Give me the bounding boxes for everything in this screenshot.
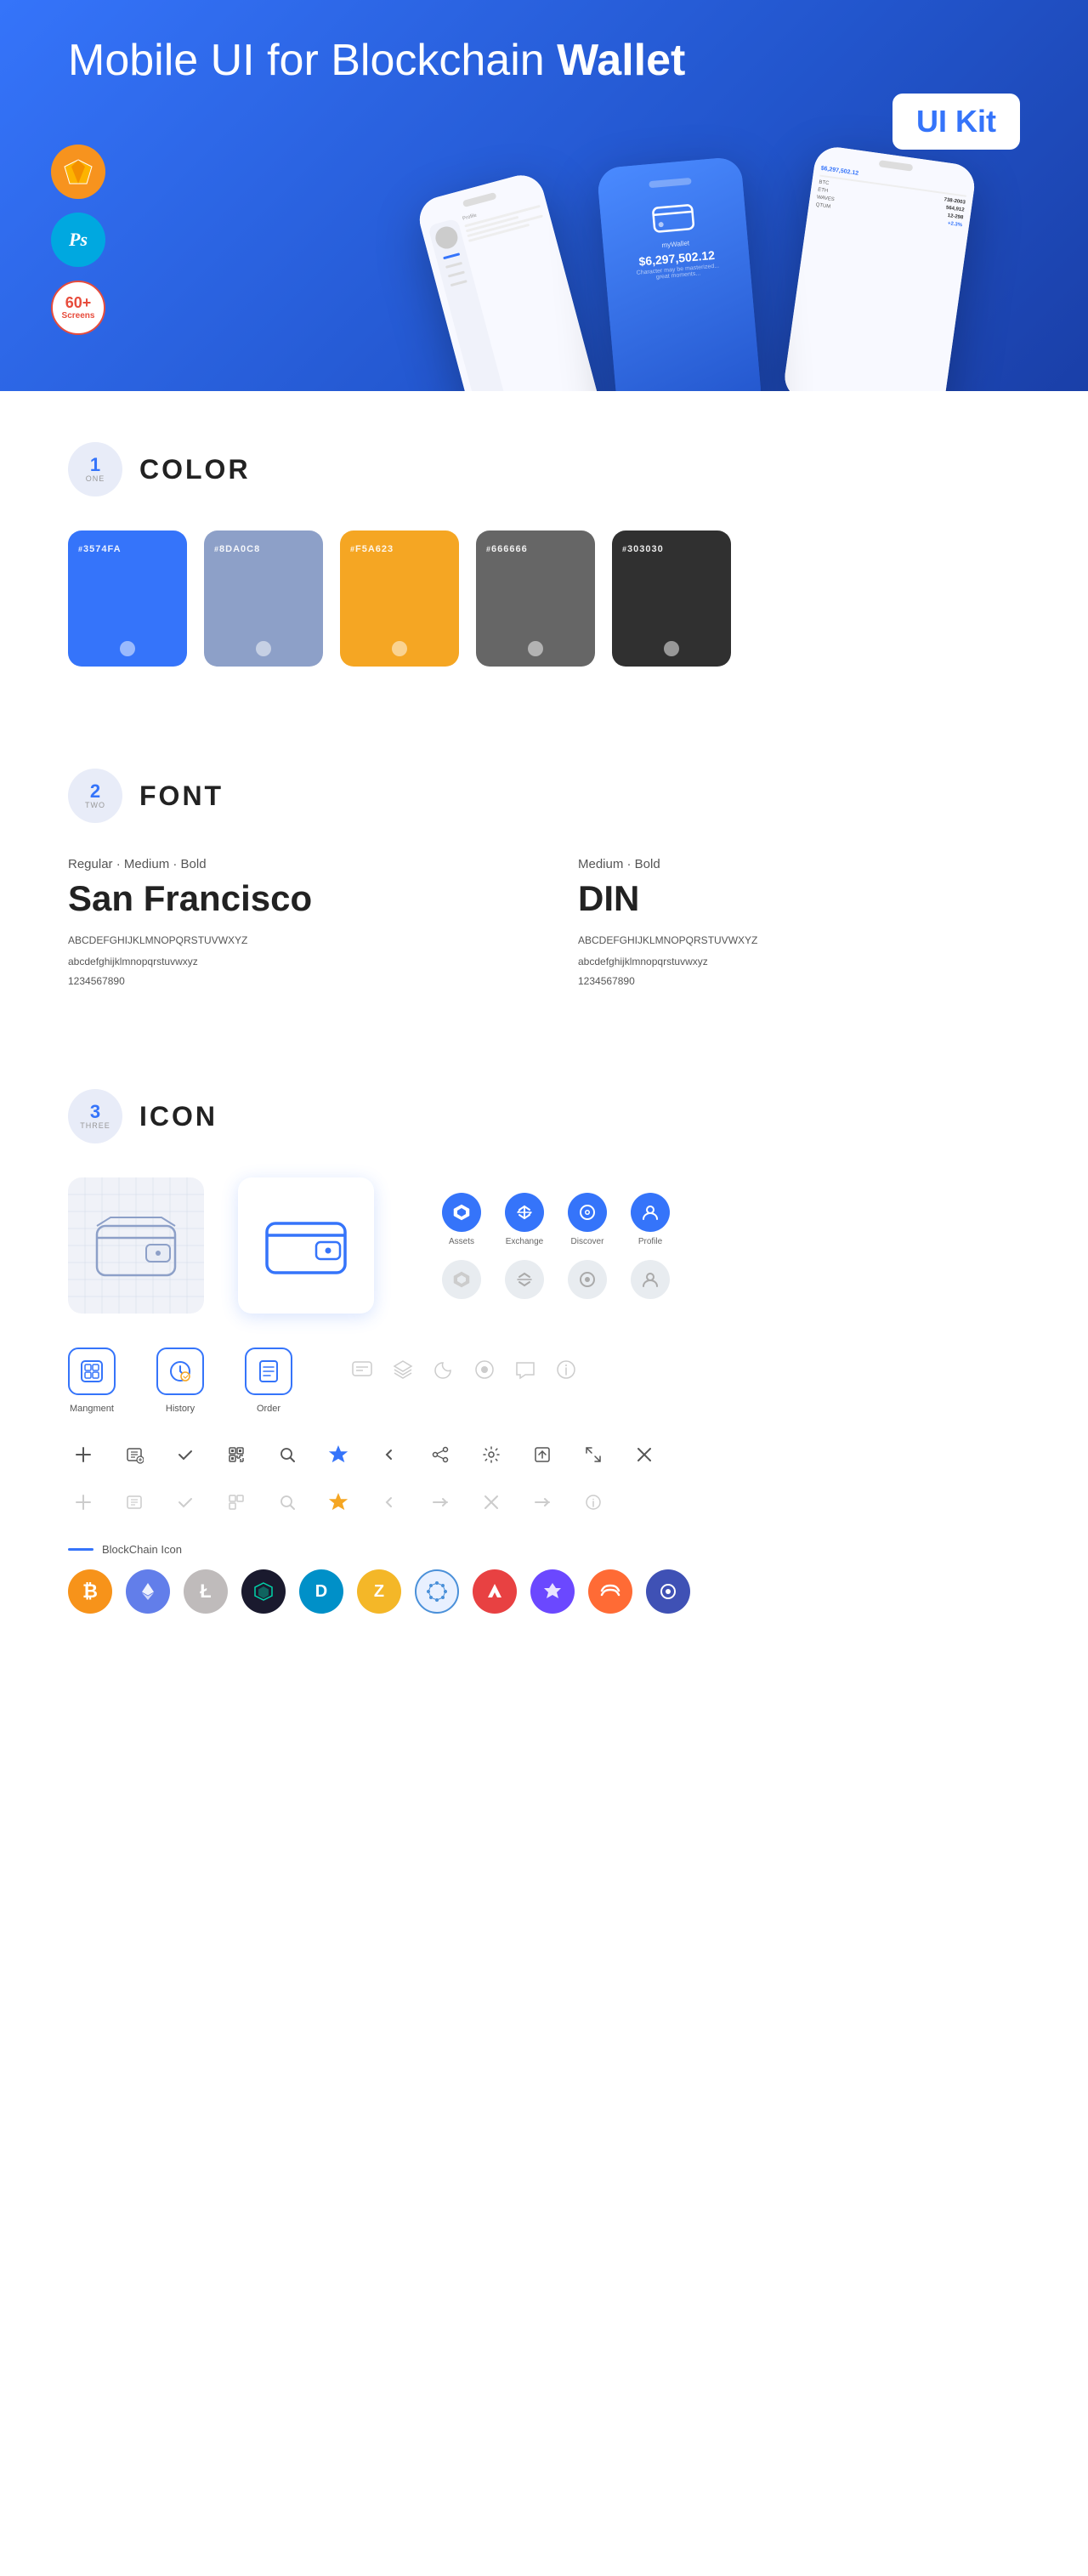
icon-title: ICON xyxy=(139,1101,218,1132)
icons-showcase: Assets Exchange xyxy=(68,1177,1020,1314)
nav-icons-row-gray xyxy=(442,1260,670,1299)
circle-icon xyxy=(473,1358,496,1382)
misc-icons-row xyxy=(350,1358,578,1382)
bitcoin-icon: ₿ xyxy=(68,1569,112,1614)
icon-section-header: 3 THREE ICON xyxy=(68,1038,1020,1143)
close-icon xyxy=(629,1439,660,1470)
waves-icon xyxy=(588,1569,632,1614)
section-number-1: 1 ONE xyxy=(68,442,122,496)
nav-icon-discover: Discover xyxy=(568,1193,607,1246)
list-icon-faded xyxy=(119,1487,150,1518)
nav-icon-assets: Assets xyxy=(442,1193,481,1246)
litecoin-icon: Ł xyxy=(184,1569,228,1614)
plus-icon-faded xyxy=(68,1487,99,1518)
hero-title: Mobile UI for Blockchain Wallet xyxy=(68,34,685,87)
stratis-icon xyxy=(646,1569,690,1614)
chevron-left-icon-faded xyxy=(374,1487,405,1518)
arrow-icon-faded xyxy=(425,1487,456,1518)
app-icons-section: Mangment History xyxy=(68,1348,1020,1414)
icon-wallet-blue xyxy=(238,1177,374,1314)
color-swatch-slate: #8DA0C8 xyxy=(204,531,323,667)
section-number-3: 3 THREE xyxy=(68,1089,122,1143)
nav-icon-discover-gray xyxy=(568,1260,607,1299)
phone-mockup-2: myWallet $6,297,502.12 Character may be … xyxy=(597,156,762,391)
resize-icon xyxy=(578,1439,609,1470)
color-swatch-blue: #3574FA xyxy=(68,531,187,667)
ethereum-icon xyxy=(126,1569,170,1614)
nav-icons-group: Assets Exchange xyxy=(442,1193,670,1299)
font-name-sf: San Francisco xyxy=(68,878,510,919)
main-content: 1 ONE COLOR #3574FA #8DA0C8 #F5A623 #666… xyxy=(0,391,1088,1665)
color-swatch-orange: #F5A623 xyxy=(340,531,459,667)
fonts-row: Regular · Medium · Bold San Francisco AB… xyxy=(68,857,1020,987)
nem-icon xyxy=(241,1569,286,1614)
chevron-left-icon xyxy=(374,1439,405,1470)
phones-container: Profile myWallet $6,29 xyxy=(474,162,942,391)
nav-icon-profile: Profile xyxy=(631,1193,670,1246)
moon-icon xyxy=(432,1358,456,1382)
color-swatch-dark: #303030 xyxy=(612,531,731,667)
ui-kit-badge: UI Kit xyxy=(892,94,1020,150)
font-name-din: DIN xyxy=(578,878,1020,919)
nav-icon-exchange-gray xyxy=(505,1260,544,1299)
app-icon-management: Mangment xyxy=(68,1348,116,1414)
font-col-sf: Regular · Medium · Bold San Francisco AB… xyxy=(68,857,510,987)
plus-icon xyxy=(68,1439,99,1470)
nav-icon-exchange: Exchange xyxy=(505,1193,544,1246)
color-title: COLOR xyxy=(139,454,251,485)
qr-icon-faded xyxy=(221,1487,252,1518)
color-swatch-gray: #666666 xyxy=(476,531,595,667)
info-icon-faded xyxy=(578,1487,609,1518)
search-icon-faded xyxy=(272,1487,303,1518)
message-icon xyxy=(513,1358,537,1382)
search-icon xyxy=(272,1439,303,1470)
zcash-icon: Z xyxy=(357,1569,401,1614)
blue-line xyxy=(68,1548,94,1551)
upload-icon xyxy=(527,1439,558,1470)
blockchain-label-row: BlockChain Icon xyxy=(68,1543,1020,1556)
star-icon-faded xyxy=(323,1487,354,1518)
color-section-header: 1 ONE COLOR xyxy=(68,391,1020,496)
nav-icon-profile-gray xyxy=(631,1260,670,1299)
hero-section: Mobile UI for Blockchain Wallet UI Kit P… xyxy=(0,0,1088,391)
nav-icons-row-colored: Assets Exchange xyxy=(442,1193,670,1246)
star-icon xyxy=(323,1439,354,1470)
phone-mockup-3: $6,297,502.12 BTC 738-2003 ETH 564,912 W… xyxy=(782,145,978,391)
sketch-badge xyxy=(51,145,105,199)
dash-icon: D xyxy=(299,1569,343,1614)
hero-badges: Ps 60+ Screens xyxy=(51,145,105,335)
layers-icon xyxy=(391,1358,415,1382)
purple-icon xyxy=(530,1569,575,1614)
nav-icon-assets-gray xyxy=(442,1260,481,1299)
font-section-header: 2 TWO FONT xyxy=(68,718,1020,823)
grid-icon xyxy=(415,1569,459,1614)
crypto-icons-row: ₿ Ł D Z xyxy=(68,1569,1020,1665)
list-icon xyxy=(119,1439,150,1470)
tools-row-faded xyxy=(68,1487,1020,1518)
close-icon-faded xyxy=(476,1487,507,1518)
avax-icon xyxy=(473,1569,517,1614)
screens-badge: 60+ Screens xyxy=(51,281,105,335)
app-icon-order: Order xyxy=(245,1348,292,1414)
check-icon-faded xyxy=(170,1487,201,1518)
qr-icon xyxy=(221,1439,252,1470)
arrow-right-icon-faded xyxy=(527,1487,558,1518)
ps-badge: Ps xyxy=(51,213,105,267)
info-icon xyxy=(554,1358,578,1382)
tools-row-colored xyxy=(68,1439,1020,1470)
icon-grid-wireframe xyxy=(68,1177,204,1314)
font-col-din: Medium · Bold DIN ABCDEFGHIJKLMNOPQRSTUV… xyxy=(578,857,1020,987)
colors-row: #3574FA #8DA0C8 #F5A623 #666666 #303030 xyxy=(68,531,1020,667)
font-title: FONT xyxy=(139,780,224,812)
phone-mockup-1: Profile xyxy=(415,170,604,391)
blockchain-label: BlockChain Icon xyxy=(102,1543,182,1556)
share-icon xyxy=(425,1439,456,1470)
font-section: Regular · Medium · Bold San Francisco AB… xyxy=(68,857,1020,987)
app-icon-history: History xyxy=(156,1348,204,1414)
section-number-2: 2 TWO xyxy=(68,769,122,823)
check-icon xyxy=(170,1439,201,1470)
chat-icon xyxy=(350,1358,374,1382)
gear-icon xyxy=(476,1439,507,1470)
